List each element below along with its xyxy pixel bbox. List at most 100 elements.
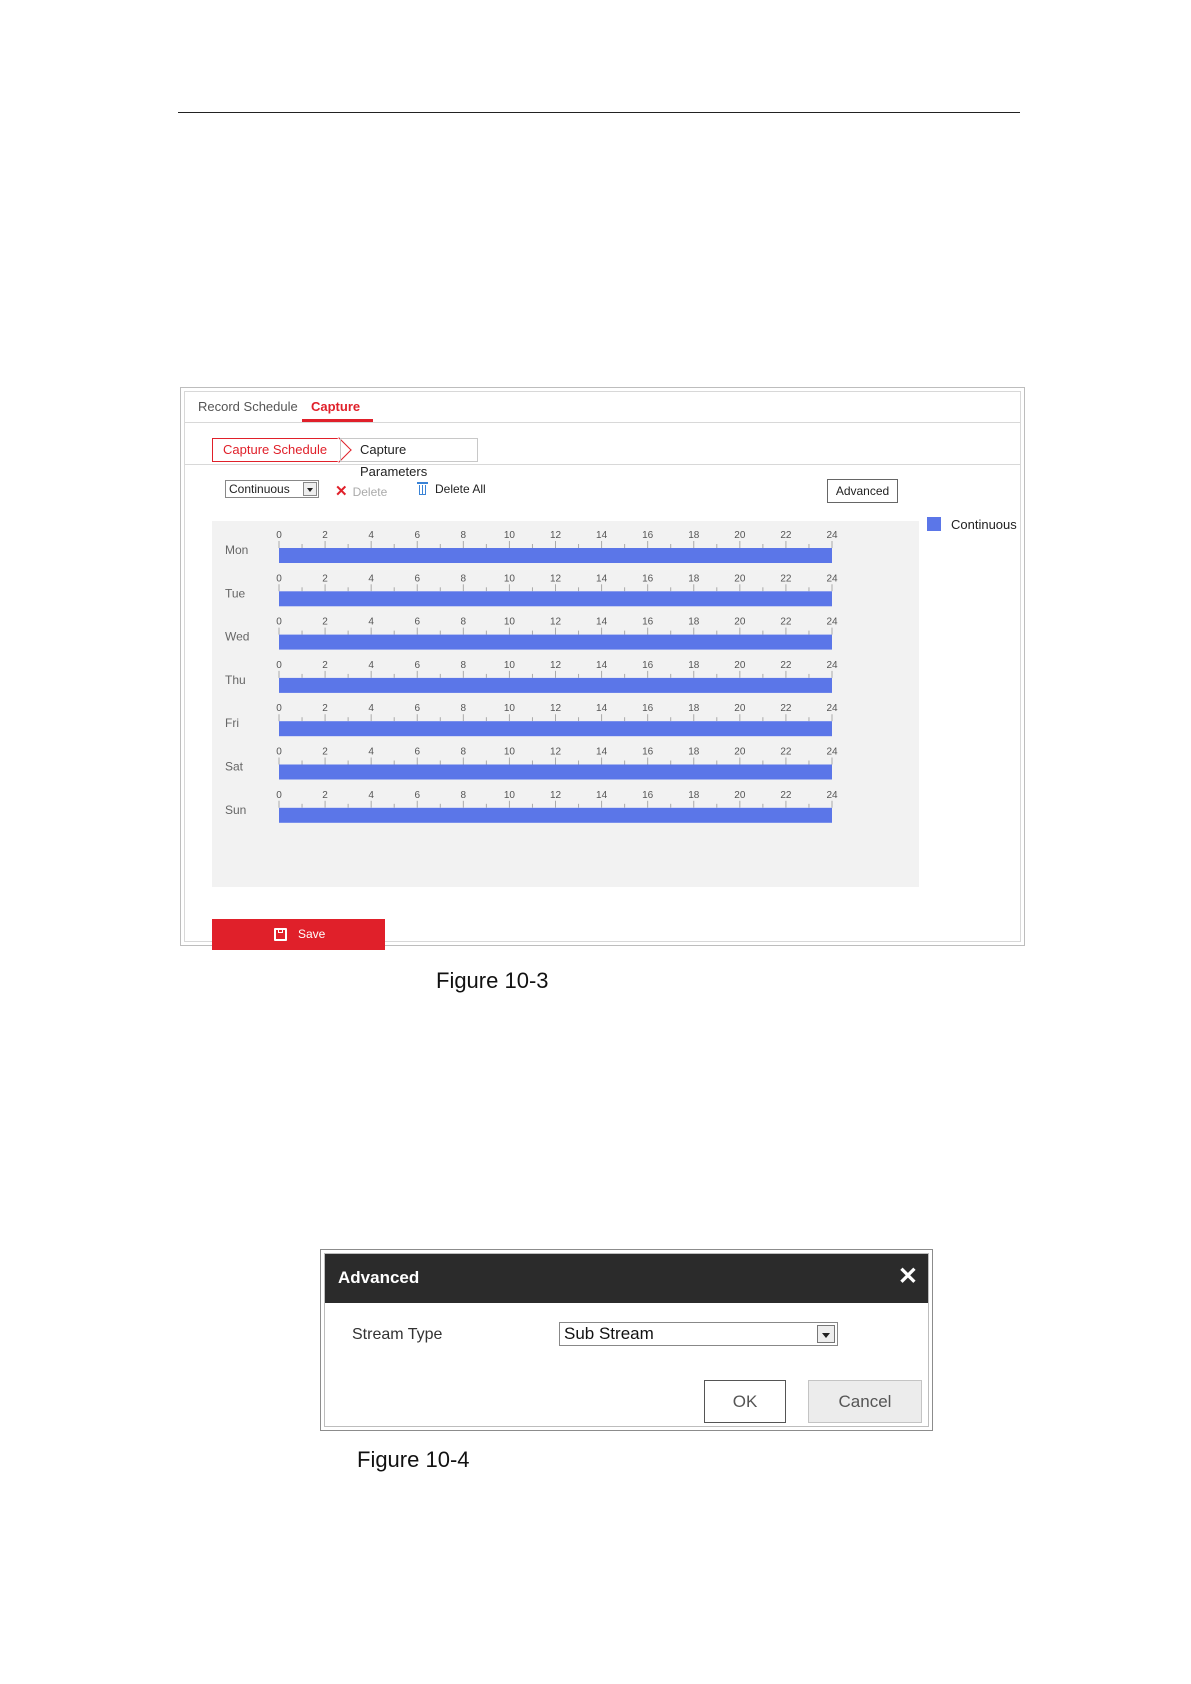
schedule-bar[interactable] <box>279 764 832 780</box>
close-icon[interactable]: ✕ <box>898 1262 918 1292</box>
tab-capture[interactable]: Capture <box>311 399 360 414</box>
mode-select-value: Continuous <box>229 482 290 496</box>
hour-tick-label: 2 <box>322 617 328 628</box>
hour-tick-label: 16 <box>642 790 654 801</box>
hour-tick-label: 8 <box>461 660 467 671</box>
hour-tick-label: 24 <box>826 703 838 714</box>
schedule-bar[interactable] <box>279 591 832 607</box>
close-icon: ✕ <box>335 483 348 500</box>
day-label: Sun <box>225 803 246 817</box>
hour-tick-label: 6 <box>414 660 420 671</box>
hour-tick-label: 16 <box>642 530 654 541</box>
hour-tick-label: 22 <box>780 703 792 714</box>
hour-tick-label: 0 <box>276 790 282 801</box>
hour-tick-label: 8 <box>461 573 467 584</box>
hour-tick-label: 2 <box>322 703 328 714</box>
delete-all-label: Delete All <box>435 482 486 496</box>
schedule-bar[interactable] <box>279 677 832 693</box>
hour-tick-label: 20 <box>734 530 746 541</box>
hour-tick-label: 14 <box>596 703 608 714</box>
hour-tick-label: 14 <box>596 747 608 758</box>
schedule-grid[interactable]: Mon 0 2 4 6 8 10 12 14 16 18 20 22 24 Tue 0 2 4 6 8 10 12 14 16… <box>212 521 919 887</box>
hour-tick-label: 14 <box>596 573 608 584</box>
hour-tick-label: 0 <box>276 660 282 671</box>
legend-label: Continuous <box>951 517 1017 532</box>
hour-tick-label: 24 <box>826 617 838 628</box>
hour-tick-label: 16 <box>642 703 654 714</box>
advanced-dialog: Advanced ✕ Stream Type Sub Stream OK Can… <box>320 1249 933 1431</box>
hour-tick-label: 20 <box>734 747 746 758</box>
hour-tick-label: 22 <box>780 747 792 758</box>
delete-all-button[interactable]: Delete All <box>417 482 486 496</box>
hour-tick-label: 0 <box>276 617 282 628</box>
hour-tick-label: 10 <box>504 747 516 758</box>
day-label: Sat <box>225 760 244 774</box>
schedule-bar[interactable] <box>279 634 832 650</box>
hour-tick-label: 24 <box>826 573 838 584</box>
hour-tick-label: 6 <box>414 573 420 584</box>
hour-tick-label: 12 <box>550 703 562 714</box>
chevron-down-icon[interactable] <box>817 1325 835 1343</box>
delete-button[interactable]: ✕ Delete <box>335 482 387 500</box>
panel-inner: Record Schedule Capture Capture Schedule… <box>184 391 1021 950</box>
hour-tick-label: 6 <box>414 617 420 628</box>
schedule-bar[interactable] <box>279 721 832 737</box>
tab-capture-parameters[interactable]: Capture Parameters <box>340 438 478 479</box>
chevron-down-icon[interactable] <box>303 482 317 496</box>
schedule-bar[interactable] <box>279 548 832 563</box>
schedule-bar[interactable] <box>279 807 832 823</box>
schedule-timeline[interactable]: Mon0 2 4 6 8 10 12 14 16 18 20 22 24Tue0 2 4 6 8 10 12 14 16… <box>212 521 919 887</box>
hour-tick-label: 12 <box>550 790 562 801</box>
hour-tick-label: 2 <box>322 530 328 541</box>
advanced-button[interactable]: Advanced <box>827 479 898 503</box>
hour-tick-label: 16 <box>642 573 654 584</box>
hour-tick-label: 0 <box>276 573 282 584</box>
hour-tick-label: 6 <box>414 790 420 801</box>
hour-tick-label: 4 <box>368 790 374 801</box>
hour-tick-label: 8 <box>461 617 467 628</box>
ok-button[interactable]: OK <box>704 1380 786 1423</box>
hour-tick-label: 10 <box>504 617 516 628</box>
hour-tick-label: 18 <box>688 747 700 758</box>
hour-tick-label: 24 <box>826 530 838 541</box>
hour-tick-label: 20 <box>734 790 746 801</box>
hour-tick-label: 2 <box>322 573 328 584</box>
hour-tick-label: 20 <box>734 660 746 671</box>
tab-capture-schedule[interactable]: Capture Schedule <box>212 438 339 462</box>
save-button[interactable]: Save <box>212 919 385 950</box>
cancel-button[interactable]: Cancel <box>808 1380 922 1423</box>
hour-tick-label: 12 <box>550 573 562 584</box>
tab-record-schedule[interactable]: Record Schedule <box>198 399 298 414</box>
hour-tick-label: 22 <box>780 530 792 541</box>
hour-tick-label: 4 <box>368 530 374 541</box>
mode-select[interactable]: Continuous <box>225 480 319 498</box>
hour-tick-label: 0 <box>276 747 282 758</box>
hour-tick-label: 22 <box>780 790 792 801</box>
hour-tick-label: 24 <box>826 747 838 758</box>
hour-tick-label: 22 <box>780 573 792 584</box>
hour-tick-label: 12 <box>550 747 562 758</box>
hour-tick-label: 2 <box>322 790 328 801</box>
save-icon <box>274 928 287 941</box>
stream-type-value: Sub Stream <box>564 1324 654 1343</box>
hour-tick-label: 14 <box>596 617 608 628</box>
hour-tick-label: 10 <box>504 703 516 714</box>
hour-tick-label: 10 <box>504 530 516 541</box>
hour-tick-label: 10 <box>504 790 516 801</box>
hour-tick-label: 8 <box>461 703 467 714</box>
top-tab-bar: Record Schedule Capture <box>185 392 1020 423</box>
hour-tick-label: 8 <box>461 790 467 801</box>
day-label: Fri <box>225 716 239 730</box>
hour-tick-label: 2 <box>322 660 328 671</box>
hour-tick-label: 4 <box>368 617 374 628</box>
legend: Continuous <box>927 517 1017 532</box>
hour-tick-label: 18 <box>688 703 700 714</box>
trash-icon <box>417 482 428 495</box>
stream-type-select[interactable]: Sub Stream <box>559 1322 838 1346</box>
dialog-title: Advanced <box>338 1268 420 1287</box>
hour-tick-label: 4 <box>368 573 374 584</box>
day-label: Tue <box>225 586 246 600</box>
hour-tick-label: 8 <box>461 747 467 758</box>
hour-tick-label: 18 <box>688 530 700 541</box>
hour-tick-label: 18 <box>688 617 700 628</box>
